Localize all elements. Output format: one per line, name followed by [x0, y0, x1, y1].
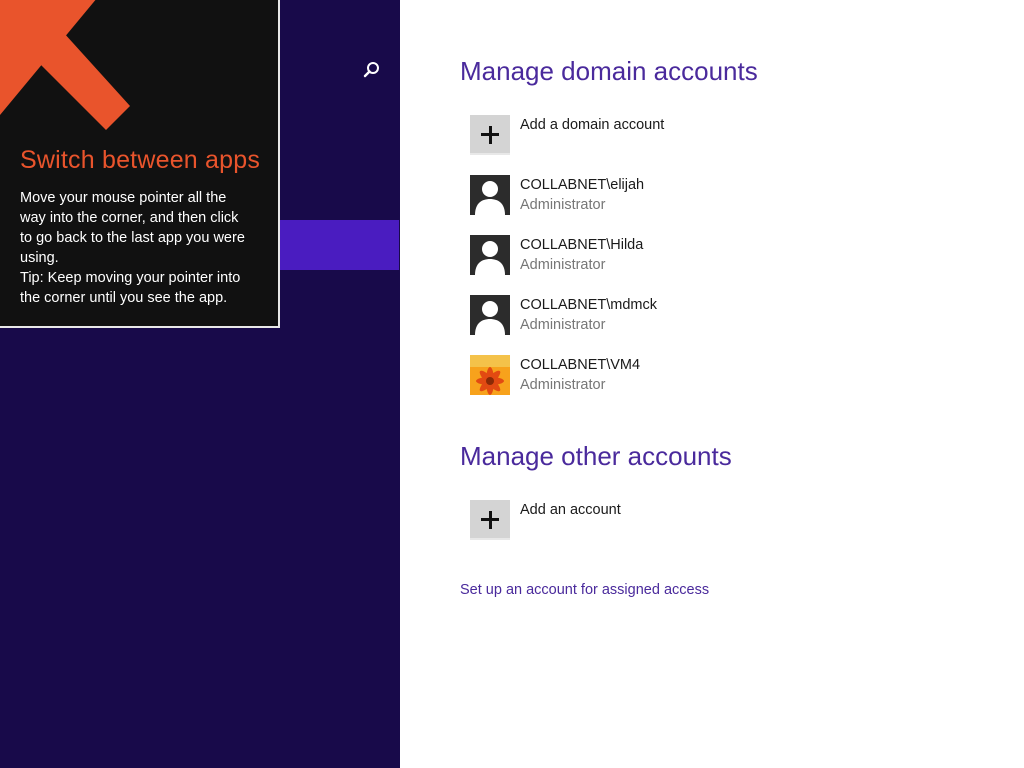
domain-accounts-heading: Manage domain accounts [460, 56, 758, 86]
switch-apps-tip: Switch between apps Move your mouse poin… [0, 0, 280, 328]
other-accounts-heading: Manage other accounts [460, 441, 732, 471]
tip-line: using. [20, 250, 59, 266]
account-name: COLLABNET\elijah [520, 177, 645, 193]
add-icon [470, 500, 510, 540]
tip-line: to go back to the last app you were [20, 230, 245, 246]
tip-title: Switch between apps [20, 146, 261, 174]
account-name: COLLABNET\VM4 [520, 357, 641, 373]
account-item[interactable]: COLLABNET\elijah Administrator [470, 175, 870, 219]
user-silhouette-icon [470, 235, 510, 275]
search-button[interactable] [358, 58, 384, 84]
nav-item-selected[interactable] [280, 220, 399, 270]
add-domain-account-label: Add a domain account [520, 117, 665, 133]
add-account-label: Add an account [520, 502, 621, 518]
account-item[interactable]: COLLABNET\Hilda Administrator [470, 235, 870, 279]
tip-line: way into the corner, and then click [20, 210, 239, 226]
account-item[interactable]: COLLABNET\mdmck Administrator [470, 295, 870, 339]
tip-line: the corner until you see the app. [20, 290, 228, 306]
account-role: Administrator [520, 377, 606, 393]
account-role: Administrator [520, 197, 606, 213]
tip-line: Move your mouse pointer all the [20, 190, 227, 206]
account-item[interactable]: COLLABNET\VM4 Administrator [470, 355, 870, 399]
assigned-access-link[interactable]: Set up an account for assigned access [460, 582, 709, 598]
tip-body: Move your mouse pointer all the way into… [20, 188, 270, 308]
add-account-button[interactable]: Add an account [470, 500, 870, 544]
account-role: Administrator [520, 317, 606, 333]
account-name: COLLABNET\Hilda [520, 237, 644, 253]
account-role: Administrator [520, 257, 606, 273]
search-icon [363, 62, 379, 78]
user-silhouette-icon [470, 295, 510, 335]
corner-arrow-icon [0, 0, 130, 130]
add-icon [470, 115, 510, 155]
tip-line: Tip: Keep moving your pointer into [20, 270, 241, 286]
flower-photo-avatar [470, 355, 510, 395]
accounts-content: Manage domain accounts Add a domain acco… [400, 0, 1024, 768]
user-silhouette-icon [470, 175, 510, 215]
add-domain-account-button[interactable]: Add a domain account [470, 115, 870, 159]
account-name: COLLABNET\mdmck [520, 297, 657, 313]
